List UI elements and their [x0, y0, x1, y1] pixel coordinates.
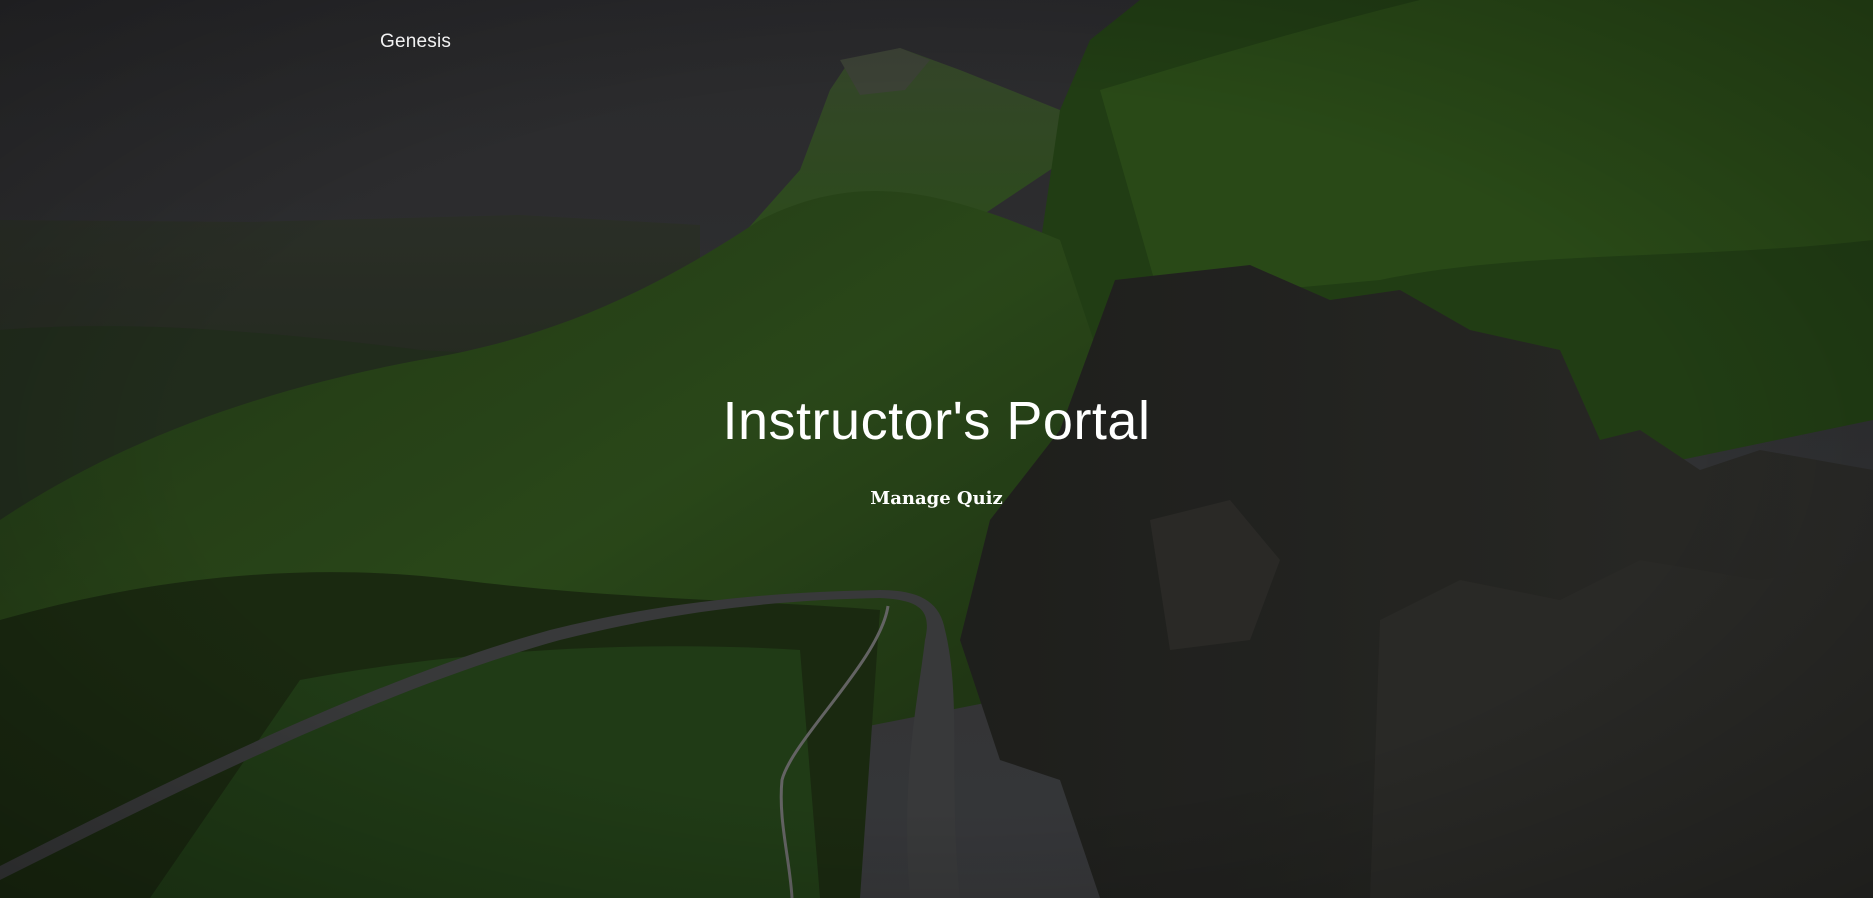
page-title: Instructor's Portal	[722, 391, 1151, 451]
brand-link[interactable]: Genesis	[380, 31, 451, 53]
hero-section: Genesis Instructor's Portal Manage Quiz	[0, 0, 1873, 898]
hero-cta: Manage Quiz	[0, 488, 1873, 509]
manage-quiz-link[interactable]: Manage Quiz	[870, 488, 1002, 509]
